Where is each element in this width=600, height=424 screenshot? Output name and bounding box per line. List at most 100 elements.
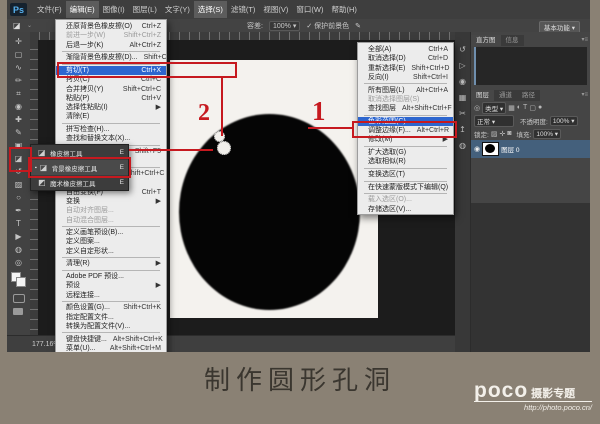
menu-item[interactable]: 扩大选取(G)	[358, 148, 453, 157]
menubar-item[interactable]: 图层(L)	[129, 1, 161, 18]
quick-selection-tool-icon[interactable]: ✏	[7, 74, 30, 87]
blur-tool-icon[interactable]: ○	[7, 191, 30, 204]
filter-type-icon[interactable]: T	[523, 104, 527, 111]
menu-item[interactable]: 定义图案...	[56, 237, 166, 246]
history-panel-icon[interactable]: ↺	[455, 42, 470, 58]
menu-item[interactable]: 指定配置文件...	[56, 313, 166, 322]
properties-panel-icon[interactable]: ◉	[455, 74, 470, 90]
tab-info[interactable]: 信息	[500, 35, 524, 46]
tablet-pressure-icon[interactable]: ✎	[355, 22, 361, 30]
tab-histogram[interactable]: 直方图	[471, 35, 501, 46]
menu-item[interactable]: 重新选择(E) Shift+Ctrl+D	[358, 64, 453, 73]
menu-item[interactable]: 定义画笔预设(B)...	[56, 228, 166, 237]
adjustments-panel-icon[interactable]: ▦	[455, 90, 470, 106]
quick-mask-icon[interactable]	[13, 294, 25, 303]
filter-smart-icon[interactable]: ●	[538, 104, 542, 111]
menu-item[interactable]: 查找图层 Alt+Shift+Ctrl+F	[358, 104, 453, 113]
menu-item[interactable]: 定义自定形状...	[56, 247, 166, 256]
layer-row[interactable]: ◉ 图层 0	[471, 140, 590, 158]
zoom-tool-icon[interactable]: ◎	[7, 256, 30, 269]
menu-item[interactable]: Adobe PDF 预设...	[56, 272, 166, 281]
color-swatches[interactable]	[11, 272, 26, 287]
menu-item[interactable]: 变换 ▶	[56, 197, 166, 206]
menubar-item[interactable]: 选择(S)	[193, 1, 227, 18]
menu-item[interactable]: 自动混合图层...	[56, 216, 166, 225]
menu-item[interactable]: 载入选区(O)...	[358, 195, 453, 204]
menubar-item[interactable]: 窗口(W)	[292, 1, 327, 18]
panel-menu-icon[interactable]: ▾≡	[581, 35, 590, 46]
tolerance-value[interactable]: 100% ▾	[268, 21, 301, 31]
layer-visibility-eye-icon[interactable]: ◉	[474, 145, 480, 153]
layer-thumbnail[interactable]	[482, 142, 500, 156]
menubar-item[interactable]: 编辑(E)	[65, 1, 99, 18]
marquee-tool-icon[interactable]: ▢	[7, 48, 30, 61]
pen-tool-icon[interactable]: ✒	[7, 204, 30, 217]
menu-item[interactable]: 查找和替换文本(X)...	[56, 134, 166, 143]
menubar-item[interactable]: 滤镜(T)	[227, 1, 260, 18]
blend-mode-dropdown[interactable]: 正常 ▾	[474, 114, 514, 127]
hand-tool-icon[interactable]: ◍	[7, 243, 30, 256]
layer-name[interactable]: 图层 0	[501, 144, 519, 154]
path-selection-tool-icon[interactable]: ▶	[7, 230, 30, 243]
lock-position-icon[interactable]: ✛	[499, 130, 505, 138]
lasso-tool-icon[interactable]: ∿	[7, 61, 30, 74]
menu-item[interactable]: 所有图层(L) Alt+Ctrl+A	[358, 86, 453, 95]
info-panel-icon[interactable]: ↥	[455, 122, 470, 138]
screen-mode-icon[interactable]	[13, 308, 23, 315]
menu-item[interactable]: 选择性粘贴(I) ▶	[56, 103, 166, 112]
menu-item[interactable]: 存储选区(V)...	[358, 205, 453, 214]
filter-shape-icon[interactable]: ▢	[529, 104, 536, 112]
gradient-tool-icon[interactable]: ▨	[7, 178, 30, 191]
menubar-item[interactable]: 帮助(H)	[328, 1, 361, 18]
filter-type-dropdown[interactable]: 类型 ▾	[482, 101, 507, 114]
menu-item[interactable]: 反向(I) Shift+Ctrl+I	[358, 73, 453, 82]
background-color-swatch[interactable]	[16, 277, 26, 287]
move-tool-icon[interactable]: ✛	[7, 35, 30, 48]
menubar-item[interactable]: 视图(V)	[259, 1, 292, 18]
menu-item[interactable]: 菜单(U)... Alt+Shift+Ctrl+M	[56, 344, 166, 352]
healing-brush-tool-icon[interactable]: ✚	[7, 113, 30, 126]
tab-channels[interactable]: 通道	[494, 90, 517, 101]
filter-search-icon[interactable]: ◎	[474, 104, 480, 112]
fill-value[interactable]: 100% ▾	[533, 128, 562, 139]
menu-item[interactable]: 在快速蒙版模式下编辑(Q)	[358, 183, 453, 192]
eyedropper-tool-icon[interactable]: ◉	[7, 100, 30, 113]
menu-item[interactable]: 还原背景色橡皮擦(O) Ctrl+Z	[56, 22, 166, 31]
filter-pixel-icon[interactable]: ▦	[508, 104, 515, 112]
lock-all-icon[interactable]: ◙	[507, 130, 511, 137]
menu-item[interactable]: 选取相似(R)	[358, 157, 453, 166]
menu-item[interactable]: 颜色设置(G)... Shift+Ctrl+K	[56, 303, 166, 312]
menubar-item[interactable]: 文字(Y)	[161, 1, 194, 18]
filter-adjustment-icon[interactable]: ◐	[517, 104, 521, 111]
menu-item[interactable]: 清理(R) ▶	[56, 259, 166, 268]
menu-item[interactable]: 全部(A) Ctrl+A	[358, 45, 453, 54]
current-tool-icon[interactable]: ◪	[13, 21, 21, 30]
menu-item[interactable]: 前进一步(W) Shift+Ctrl+Z	[56, 31, 166, 40]
menu-item[interactable]: 键盘快捷键... Alt+Shift+Ctrl+K	[56, 335, 166, 344]
menu-item[interactable]: 取消选择(D) Ctrl+D	[358, 54, 453, 63]
menu-item[interactable]: 变换选区(T)	[358, 170, 453, 179]
brush-tool-icon[interactable]: ✎	[7, 126, 30, 139]
lock-transparency-icon[interactable]: ▨	[491, 130, 498, 138]
menu-item[interactable]: 后退一步(K) Alt+Ctrl+Z	[56, 41, 166, 50]
clone-source-panel-icon[interactable]: ◍	[455, 138, 470, 154]
menu-item[interactable]: 合并拷贝(Y) Shift+Ctrl+C	[56, 85, 166, 94]
type-tool-icon[interactable]: T	[7, 217, 30, 230]
tab-layers[interactable]: 图层	[471, 90, 494, 101]
protect-foreground-checkbox[interactable]: ✓ 保护前景色	[306, 21, 349, 31]
crop-tool-icon[interactable]: ⌗	[7, 87, 30, 100]
document-canvas[interactable]	[170, 60, 378, 318]
menu-item[interactable]: 自动对齐图层...	[56, 206, 166, 215]
menu-item[interactable]: 取消选择图层(S)	[358, 95, 453, 104]
menu-item[interactable]: 拼写检查(H)...	[56, 125, 166, 134]
opacity-value[interactable]: 100% ▾	[549, 115, 578, 126]
styles-panel-icon[interactable]: ✂	[455, 106, 470, 122]
menu-item[interactable]: 转换为配置文件(V)...	[56, 322, 166, 331]
menu-item[interactable]: 远程连接...	[56, 291, 166, 300]
panel-menu-icon[interactable]: ▾≡	[581, 90, 590, 101]
menu-item[interactable]: 清除(E)	[56, 112, 166, 121]
menu-item[interactable]: 粘贴(P) Ctrl+V	[56, 94, 166, 103]
tool-preset-caret-icon[interactable]: ⌄	[27, 22, 32, 29]
menubar-item[interactable]: 文件(F)	[33, 1, 66, 18]
tab-paths[interactable]: 路径	[517, 90, 540, 101]
